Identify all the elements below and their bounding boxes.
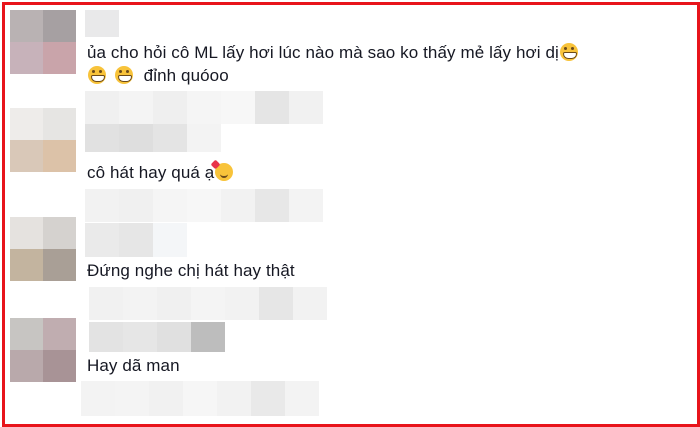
avatar-blurred[interactable] bbox=[10, 217, 76, 281]
username-blurred[interactable] bbox=[85, 91, 323, 124]
avatar-blurred[interactable] bbox=[10, 10, 76, 74]
comment-text: đỉnh quóoo bbox=[87, 66, 229, 86]
username-blurred[interactable] bbox=[85, 10, 119, 37]
next-comment-blurred bbox=[81, 381, 319, 416]
timestamp-blurred bbox=[85, 223, 187, 257]
comment-text: ủa cho hỏi cô ML lấy hơi lúc nào mà sao … bbox=[87, 43, 578, 63]
comment-text: cô hát hay quá ạ bbox=[87, 163, 234, 183]
grin-face-icon bbox=[559, 43, 578, 61]
comment-text-line: đỉnh quóoo bbox=[143, 66, 229, 85]
comment-text-line: ủa cho hỏi cô ML lấy hơi lúc nào mà sao … bbox=[87, 43, 559, 62]
username-blurred[interactable] bbox=[85, 189, 323, 222]
smiling-face-with-hearts-icon bbox=[215, 163, 234, 181]
grin-face-icon bbox=[88, 66, 106, 84]
username-blurred[interactable] bbox=[89, 287, 327, 320]
avatar-blurred[interactable] bbox=[10, 108, 76, 172]
comment-text: Hay dã man bbox=[87, 356, 180, 376]
comment-text-line: Hay dã man bbox=[87, 356, 180, 375]
avatar-blurred[interactable] bbox=[10, 318, 76, 382]
timestamp-blurred bbox=[89, 322, 225, 352]
comment-text-line: Đứng nghe chị hát hay thật bbox=[87, 261, 295, 280]
grin-face-icon bbox=[114, 66, 133, 84]
comment-list-frame: ủa cho hỏi cô ML lấy hơi lúc nào mà sao … bbox=[2, 2, 700, 427]
comment-text-line: cô hát hay quá ạ bbox=[87, 163, 215, 182]
comment-text: Đứng nghe chị hát hay thật bbox=[87, 261, 295, 281]
timestamp-blurred bbox=[85, 124, 221, 152]
